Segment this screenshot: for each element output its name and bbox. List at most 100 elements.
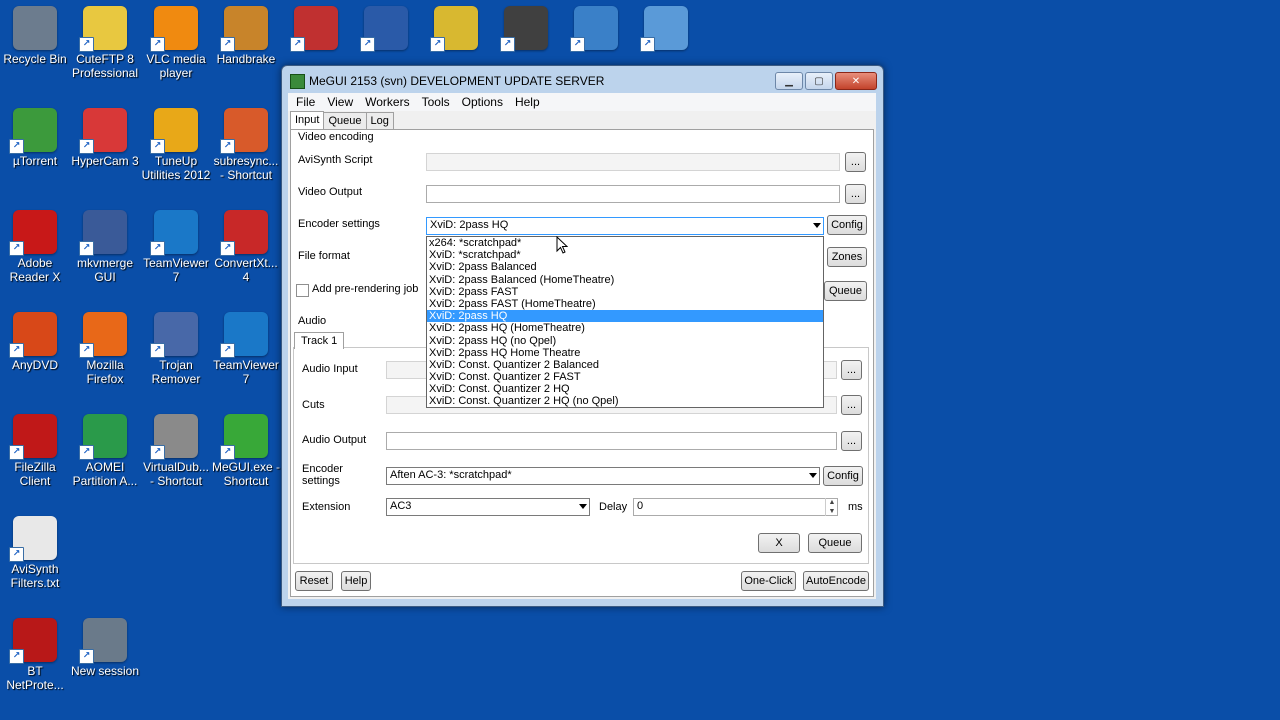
cuts-browse-button[interactable]: ... (841, 395, 862, 415)
dropdown-option[interactable]: XviD: 2pass HQ (HomeTheatre) (427, 322, 823, 334)
dropdown-option[interactable]: XviD: 2pass FAST (427, 286, 823, 298)
desktop-icon[interactable]: ↗ subresync... - Shortcut (211, 102, 281, 182)
dropdown-option[interactable]: XviD: 2pass Balanced (427, 261, 823, 273)
avisynth-script-input[interactable] (426, 153, 840, 171)
desktop-icon[interactable]: ↗ AnyDVD (0, 306, 70, 372)
desktop-icon-label: subresync... - Shortcut (213, 154, 279, 182)
desktop-icon-label: ConvertXt... 4 (214, 256, 278, 284)
desktop-icon[interactable]: ↗ HyperCam 3 (70, 102, 140, 168)
help-button[interactable]: Help (341, 571, 371, 591)
recycle-bin-icon (13, 6, 57, 50)
shortcut-arrow-icon: ↗ (150, 37, 165, 52)
dropdown-option[interactable]: XviD: 2pass HQ Home Theatre (427, 347, 823, 359)
title-bar[interactable]: MeGUI 2153 (svn) DEVELOPMENT UPDATE SERV… (282, 66, 883, 94)
video-output-browse-button[interactable]: ... (845, 184, 866, 204)
menu-tools[interactable]: Tools (416, 93, 456, 111)
desktop-icon[interactable]: ↗ AviSynth Filters.txt (0, 510, 70, 590)
shortcut-arrow-icon: ↗ (290, 37, 305, 52)
dropdown-option[interactable]: XviD: 2pass FAST (HomeTheatre) (427, 298, 823, 310)
one-click-button[interactable]: One-Click (741, 571, 796, 591)
zones-button[interactable]: Zones (827, 247, 867, 267)
app-icon: ↗ (500, 6, 548, 52)
audio-output-browse-button[interactable]: ... (841, 431, 862, 451)
desktop-icon[interactable]: Recycle Bin (0, 0, 70, 66)
desktop-icon[interactable]: ↗ TeamViewer 7 (141, 204, 211, 284)
desktop-icon[interactable]: ↗ FileZilla Client (0, 408, 70, 488)
desktop-icon[interactable]: ↗ (281, 0, 351, 52)
desktop-icon[interactable]: ↗ New session (70, 612, 140, 678)
video-config-button[interactable]: Config (827, 215, 867, 235)
menu-options[interactable]: Options (456, 93, 509, 111)
audio-config-button[interactable]: Config (823, 466, 863, 486)
dropdown-option[interactable]: XviD: *scratchpad* (427, 249, 823, 261)
desktop-icon-label: Trojan Remover (151, 358, 201, 386)
autoencode-button[interactable]: AutoEncode (803, 571, 869, 591)
desktop-icon[interactable]: ↗ Handbrake (211, 0, 281, 66)
dropdown-option[interactable]: XviD: 2pass Balanced (HomeTheatre) (427, 274, 823, 286)
hypercam-icon: ↗ (79, 108, 127, 154)
delay-spinner[interactable]: ▲ ▼ (825, 498, 838, 516)
video-output-input[interactable] (426, 185, 840, 203)
menu-view[interactable]: View (321, 93, 359, 111)
audio-encoder-select[interactable]: Aften AC-3: *scratchpad* (386, 467, 820, 485)
delay-input[interactable]: 0 (633, 498, 838, 516)
desktop-icon[interactable]: ↗ TuneUp Utilities 2012 (141, 102, 211, 182)
shortcut-arrow-icon: ↗ (220, 241, 235, 256)
audio-input-browse-button[interactable]: ... (841, 360, 862, 380)
dropdown-option[interactable]: XviD: 2pass HQ (427, 310, 823, 323)
desktop-icon[interactable]: ↗ (631, 0, 701, 52)
desktop-icon[interactable]: ↗ BT NetProte... (0, 612, 70, 692)
close-button[interactable]: ✕ (835, 72, 877, 90)
dropdown-option[interactable]: XviD: Const. Quantizer 2 HQ (no Qpel) (427, 395, 823, 407)
desktop-icon[interactable]: ↗ Adobe Reader X (0, 204, 70, 284)
tuneup-icon: ↗ (150, 108, 198, 154)
audio-encoder-value: Aften AC-3: *scratchpad* (390, 469, 512, 481)
desktop-icon[interactable]: ↗ Trojan Remover (141, 306, 211, 386)
desktop-icon[interactable]: ↗ MeGUI.exe - Shortcut (211, 408, 281, 488)
subresync-icon: ↗ (220, 108, 268, 154)
audio-queue-button[interactable]: Queue (808, 533, 862, 553)
maximize-button[interactable]: ▢ (805, 72, 833, 90)
reset-button[interactable]: Reset (295, 571, 333, 591)
shortcut-arrow-icon: ↗ (500, 37, 515, 52)
desktop-icon[interactable]: ↗ ConvertXt... 4 (211, 204, 281, 284)
desktop-icon[interactable]: ↗ µTorrent (0, 102, 70, 168)
dropdown-option[interactable]: XviD: Const. Quantizer 2 FAST (427, 371, 823, 383)
desktop-icon[interactable]: ↗ VirtualDub... - Shortcut (141, 408, 211, 488)
desktop-icon[interactable]: ↗ (561, 0, 631, 52)
video-encoder-settings-select[interactable]: XviD: 2pass HQ (426, 217, 824, 235)
desktop-icon[interactable]: ↗ CuteFTP 8 Professional (70, 0, 140, 80)
dropdown-option[interactable]: XviD: 2pass HQ (no Qpel) (427, 335, 823, 347)
virtualdub-icon: ↗ (150, 414, 198, 460)
tab-input[interactable]: Input (290, 111, 325, 130)
menu-workers[interactable]: Workers (359, 93, 415, 111)
desktop-icon[interactable]: ↗ AOMEI Partition A... (70, 408, 140, 488)
desktop-icon[interactable]: ↗ mkvmerge GUI (70, 204, 140, 284)
tab-track-1[interactable]: Track 1 (294, 332, 345, 349)
desktop-icon[interactable]: ↗ VLC media player (141, 0, 211, 80)
new-session-icon: ↗ (79, 618, 127, 664)
menu-file[interactable]: File (290, 93, 321, 111)
shortcut-arrow-icon: ↗ (430, 37, 445, 52)
menu-help[interactable]: Help (509, 93, 546, 111)
video-queue-button[interactable]: Queue (824, 281, 867, 301)
shortcut-arrow-icon: ↗ (79, 649, 94, 664)
desktop-icon[interactable]: ↗ (491, 0, 561, 52)
desktop-icon-label: Handbrake (216, 52, 276, 66)
desktop-icon-label: mkvmerge GUI (76, 256, 133, 284)
audio-output-field[interactable] (386, 432, 837, 450)
extension-select[interactable]: AC3 (386, 498, 590, 516)
dropdown-option[interactable]: XviD: Const. Quantizer 2 HQ (427, 383, 823, 395)
avisynth-browse-button[interactable]: ... (845, 152, 866, 172)
desktop-icon[interactable]: ↗ (421, 0, 491, 52)
shortcut-arrow-icon: ↗ (79, 445, 94, 460)
audio-remove-button[interactable]: X (758, 533, 800, 553)
desktop-icon[interactable]: ↗ (351, 0, 421, 52)
dropdown-option[interactable]: x264: *scratchpad* (427, 237, 823, 249)
desktop-icon[interactable]: ↗ TeamViewer 7 (211, 306, 281, 386)
chevron-down-icon (809, 473, 817, 478)
desktop-icon[interactable]: ↗ Mozilla Firefox (70, 306, 140, 386)
minimize-button[interactable]: ▁ (775, 72, 803, 90)
prerender-checkbox[interactable] (296, 284, 309, 297)
dropdown-option[interactable]: XviD: Const. Quantizer 2 Balanced (427, 359, 823, 371)
